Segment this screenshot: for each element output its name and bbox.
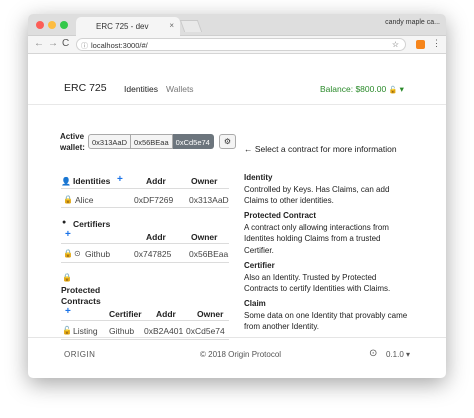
footer-divider	[28, 337, 446, 338]
browser-window: ERC 725 - dev × candy maple ca... ← → C …	[28, 14, 446, 378]
col-certifier: Certifier	[109, 309, 142, 319]
col-owner: Owner	[191, 232, 218, 242]
certifier-name: Github	[85, 249, 111, 259]
add-identity-button[interactable]: +	[117, 174, 123, 185]
github-icon: ⊙	[74, 249, 81, 258]
row-divider	[61, 339, 229, 340]
certifier-owner: 0x56BEaa	[189, 249, 229, 259]
wallet-selector: 0x313AaD 0x56BEaa 0xCd5e74	[88, 134, 214, 149]
row-divider	[61, 243, 229, 244]
definition-term: Certifier	[244, 261, 275, 270]
col-owner: Owner	[191, 176, 218, 186]
maximize-window-button[interactable]	[60, 21, 68, 29]
lock-icon: 🔒	[62, 273, 72, 282]
row-divider	[61, 188, 229, 189]
prompt-text: Select a contract for more information	[254, 144, 397, 154]
certifiers-header: Certifiers	[73, 219, 111, 229]
github-icon[interactable]: ⊙	[369, 348, 377, 359]
circle-icon: ●	[62, 219, 67, 226]
browser-tab[interactable]: ERC 725 - dev ×	[76, 17, 180, 36]
copyright-text: © 2018 Origin Protocol	[200, 350, 282, 359]
tab-bar: ERC 725 - dev × candy maple ca...	[28, 14, 446, 36]
url-input[interactable]: ⓘ localhost:3000/#/ ☆	[76, 38, 406, 51]
select-contract-prompt: ← Select a contract for more information	[244, 144, 397, 154]
version-dropdown[interactable]: 0.1.0 ▾	[386, 350, 410, 359]
col-owner: Owner	[197, 309, 224, 319]
col-addr: Addr	[146, 232, 166, 242]
back-icon[interactable]: ←	[34, 38, 44, 49]
definition-protected-contract: Protected Contract A contract only allow…	[244, 210, 410, 256]
contract-name: Listing	[73, 326, 98, 336]
info-icon: ⓘ	[81, 43, 88, 50]
contract-owner: 0xCd5e74	[186, 326, 225, 336]
identity-addr: 0xDF7269	[134, 195, 174, 205]
contract-certifier: Github	[109, 326, 135, 336]
wallet-button-2[interactable]: 0x56BEaa	[131, 134, 173, 149]
forward-icon[interactable]: →	[48, 38, 58, 49]
identity-name: Alice	[75, 195, 94, 205]
row-divider	[61, 262, 229, 263]
row-divider	[61, 207, 229, 208]
contracts-header: Protected Contracts	[61, 285, 101, 306]
wallet-button-3[interactable]: 0xCd5e74	[172, 134, 214, 149]
definition-term: Claim	[244, 299, 266, 308]
definition-text: Also an Identity. Trusted by Protected C…	[244, 272, 391, 294]
add-certifier-button[interactable]: +	[65, 229, 71, 240]
lock-icon: 🔒	[63, 195, 73, 204]
metamask-extension-icon[interactable]	[416, 40, 425, 49]
add-contract-button[interactable]: +	[65, 306, 71, 317]
identities-header: Identities	[73, 176, 111, 186]
identity-owner: 0x313AaD	[189, 195, 229, 205]
definition-term: Protected Contract	[244, 211, 317, 220]
col-addr: Addr	[146, 176, 166, 186]
row-divider	[61, 320, 229, 321]
definition-term: Identity	[244, 173, 273, 182]
minimize-window-button[interactable]	[48, 21, 56, 29]
new-tab-button[interactable]	[179, 20, 203, 32]
definition-claim: Claim Some data on one Identity that pro…	[244, 298, 410, 333]
arrow-left-icon: ←	[244, 144, 253, 154]
unlock-icon: 🔓	[62, 326, 72, 335]
contract-addr: 0xB2A401	[144, 326, 184, 336]
balance-dropdown[interactable]: Balance: $800.00 🔓 ▾	[320, 84, 404, 95]
definition-text: Some data on one Identity that provably …	[244, 310, 408, 332]
certifier-addr: 0x747825	[134, 249, 172, 259]
chevron-down-icon: ▾	[399, 84, 404, 94]
person-icon: 👤	[61, 177, 71, 186]
unlock-icon: 🔓	[388, 87, 398, 94]
balance-text: Balance: $800.00	[320, 84, 387, 94]
definition-certifier: Certifier Also an Identity. Trusted by P…	[244, 260, 410, 295]
address-bar: ← → C ⓘ localhost:3000/#/ ☆ ⋮	[28, 36, 446, 54]
header-divider	[28, 104, 446, 105]
close-window-button[interactable]	[36, 21, 44, 29]
tab-title: ERC 725 - dev	[96, 22, 149, 31]
url-text: localhost:3000/#/	[91, 41, 148, 50]
app-page: ERC 725 Identities Wallets Balance: $800…	[28, 54, 446, 378]
wallet-settings-icon[interactable]: ⚙	[219, 134, 236, 149]
tab-close-icon[interactable]: ×	[169, 21, 174, 30]
profile-name[interactable]: candy maple ca...	[385, 19, 440, 26]
reload-icon[interactable]: C	[62, 38, 69, 49]
definition-identity: Identity Controlled by Keys. Has Claims,…	[244, 172, 410, 207]
bookmark-star-icon[interactable]: ☆	[392, 40, 399, 49]
browser-menu-icon[interactable]: ⋮	[432, 38, 441, 49]
nav-wallets[interactable]: Wallets	[166, 84, 194, 94]
nav-identities[interactable]: Identities	[124, 84, 158, 94]
origin-logo[interactable]: ORIGIN	[64, 350, 95, 359]
col-addr: Addr	[156, 309, 176, 319]
definition-text: Controlled by Keys. Has Claims, can add …	[244, 184, 390, 206]
brand-title[interactable]: ERC 725	[64, 82, 107, 94]
definition-text: A contract only allowing interactions fr…	[244, 222, 389, 255]
lock-icon: 🔒	[63, 249, 73, 258]
wallet-button-1[interactable]: 0x313AaD	[88, 134, 132, 149]
